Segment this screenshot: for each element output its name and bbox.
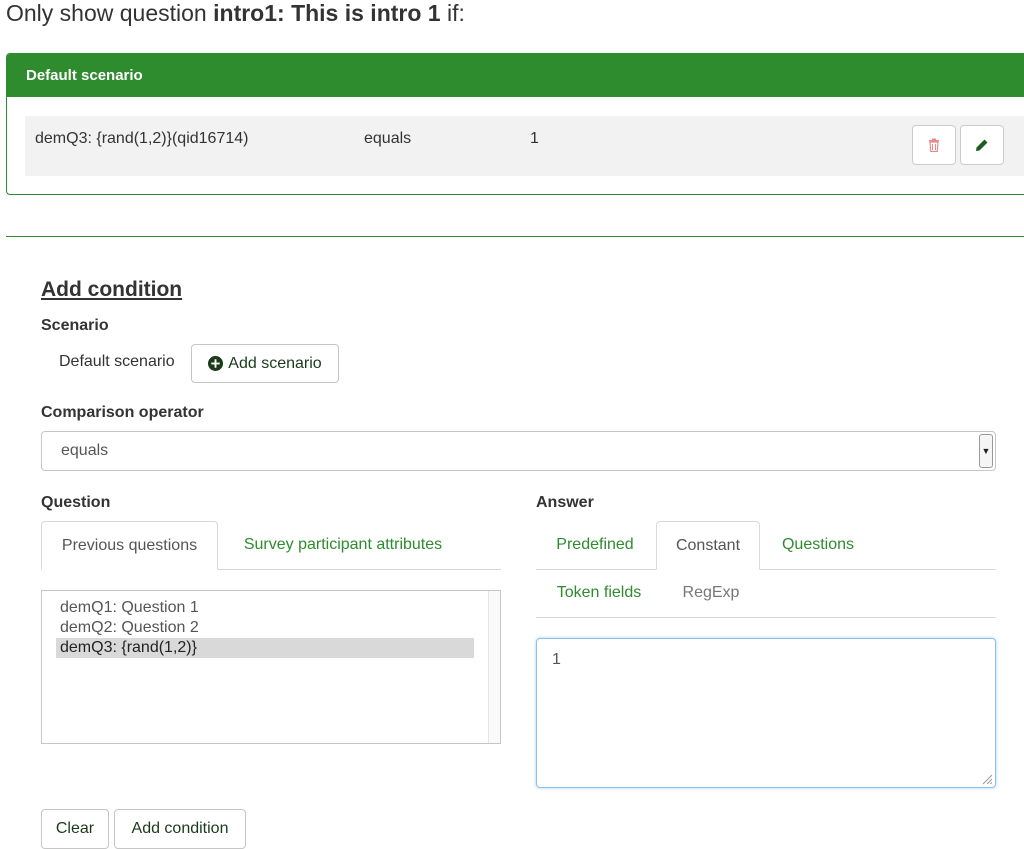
form-title: Add condition <box>41 278 183 301</box>
heading-prefix: Only show question <box>6 0 207 26</box>
answer-label: Answer <box>536 494 594 511</box>
list-item[interactable]: demQ1: Question 1 <box>56 598 474 618</box>
answer-value: 1 <box>552 651 561 668</box>
condition-value: 1 <box>530 130 539 147</box>
condition-question: demQ3: {rand(1,2)}(qid16714) <box>35 130 249 147</box>
dropdown-arrow-icon: ▼ <box>979 434 993 468</box>
plus-circle-icon <box>208 356 224 371</box>
listbox-scrollbar[interactable] <box>488 591 500 743</box>
add-scenario-label: Add scenario <box>228 354 322 372</box>
trash-icon <box>929 138 939 152</box>
add-scenario-button[interactable]: Add scenario <box>191 344 339 383</box>
tab-survey-participant-attributes[interactable]: Survey participant attributes <box>226 521 460 569</box>
operator-select-value: equals <box>61 442 109 459</box>
scenario-label: Scenario <box>41 317 109 334</box>
answer-tabs-line <box>760 569 996 570</box>
list-item[interactable]: demQ3: {rand(1,2)} <box>56 638 474 658</box>
clear-button[interactable]: Clear <box>41 809 109 849</box>
pencil-icon <box>976 139 988 151</box>
tab-questions[interactable]: Questions <box>766 521 870 569</box>
question-label: Question <box>41 494 111 511</box>
scenario-panel-title: Default scenario <box>7 54 1024 97</box>
answer-tabs-line <box>536 617 996 618</box>
question-listbox[interactable]: demQ1: Question 1 demQ2: Question 2 demQ… <box>41 590 501 744</box>
operator-select[interactable]: equals ▼ <box>41 431 996 471</box>
condition-row: demQ3: {rand(1,2)}(qid16714) equals 1 <box>25 116 1024 176</box>
tab-token-fields[interactable]: Token fields <box>540 569 658 617</box>
heading-suffix: if: <box>446 0 465 26</box>
add-condition-button[interactable]: Add condition <box>114 809 246 849</box>
page-heading: Only show question intro1: This is intro… <box>6 0 465 27</box>
section-divider <box>6 236 1024 237</box>
operator-label: Comparison operator <box>41 404 204 421</box>
tab-previous-questions[interactable]: Previous questions <box>41 521 218 570</box>
tab-predefined[interactable]: Predefined <box>540 521 650 569</box>
heading-question: intro1: This is intro 1 <box>213 0 441 26</box>
answer-textarea[interactable]: 1 <box>536 638 996 788</box>
condition-operator: equals <box>364 130 412 147</box>
edit-condition-button[interactable] <box>960 125 1004 165</box>
tab-constant[interactable]: Constant <box>656 521 760 570</box>
resize-grip-icon[interactable] <box>981 773 993 785</box>
scenario-value: Default scenario <box>59 353 175 370</box>
tab-regexp[interactable]: RegExp <box>668 569 754 617</box>
list-item[interactable]: demQ2: Question 2 <box>56 618 474 638</box>
delete-condition-button[interactable] <box>912 125 956 165</box>
scenario-panel: Default scenario demQ3: {rand(1,2)}(qid1… <box>6 53 1024 195</box>
